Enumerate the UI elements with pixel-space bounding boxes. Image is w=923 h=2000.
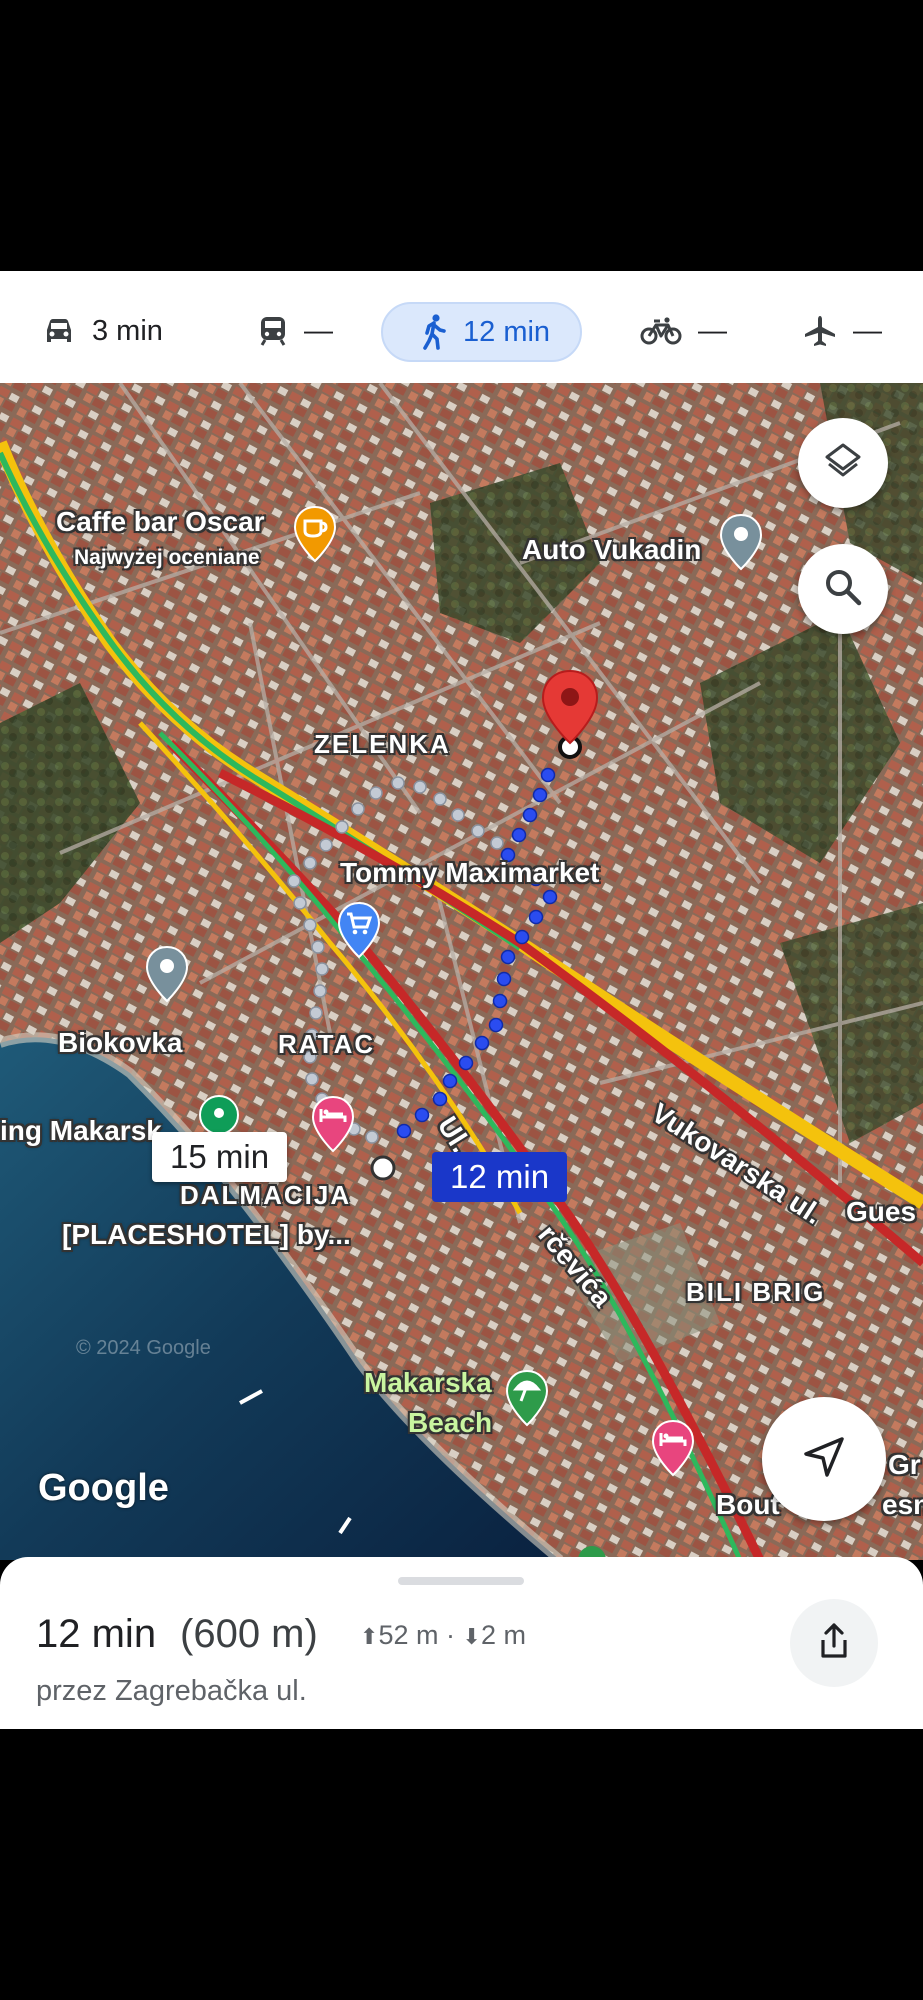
label-placeshotel[interactable]: [PLACESHOTEL] by... (62, 1219, 351, 1251)
map-copyright: © 2024 Google (76, 1337, 211, 1359)
search-icon (823, 567, 863, 612)
car-icon (42, 316, 76, 346)
mode-bike[interactable]: — (640, 301, 727, 361)
cafe-pin-icon[interactable] (292, 505, 338, 568)
arrow-down-icon: ⬇ (462, 1624, 481, 1649)
share-icon (817, 1622, 851, 1665)
elevation-down: 2 m (480, 1620, 526, 1650)
hotel-pin-icon[interactable] (310, 1095, 356, 1158)
label-boutique[interactable]: Bout (716, 1489, 780, 1521)
screen: 3 min — 12 min — — Caffe bar Oscar Najwy… (0, 0, 923, 2000)
label-makarska-beach-line1[interactable]: Makarska (364, 1367, 492, 1399)
my-location-button[interactable] (762, 1397, 886, 1521)
transport-mode-bar: 3 min — 12 min — — (0, 271, 923, 383)
label-caffe-bar-rating: Najwyżej oceniane (74, 546, 260, 569)
route-duration: 12 min (36, 1612, 157, 1656)
mode-flight-label: — (853, 314, 882, 347)
airplane-icon (803, 314, 837, 348)
shopping-cart-pin-icon[interactable] (336, 901, 382, 964)
navigation-arrow-icon (802, 1435, 846, 1484)
layers-icon (823, 441, 863, 486)
train-icon (258, 315, 288, 347)
label-ratac: RATAC (278, 1029, 376, 1059)
mode-flight[interactable]: — (803, 301, 882, 361)
mode-car[interactable]: 3 min (42, 301, 163, 361)
label-biokovka[interactable]: Biokovka (58, 1027, 183, 1059)
walking-icon (421, 314, 447, 350)
route-via: przez Zagrebačka ul. (36, 1675, 307, 1707)
destination-pin-icon[interactable] (540, 669, 600, 752)
label-bili-brig: BILI BRIG (686, 1277, 826, 1307)
main-route-time-chip[interactable]: 12 min (432, 1152, 568, 1202)
share-button[interactable] (790, 1599, 878, 1687)
label-boutique-end: esn (882, 1489, 923, 1520)
label-gr: Gr (888, 1449, 921, 1480)
label-gues: Gues (846, 1196, 917, 1227)
google-logo: Google (38, 1467, 169, 1509)
separator: · (445, 1620, 455, 1650)
beach-pin-icon[interactable] (504, 1369, 550, 1432)
label-auto-vukadin[interactable]: Auto Vukadin (522, 534, 701, 566)
hotel-pin-icon[interactable] (650, 1419, 696, 1482)
elevation-up: 52 m (378, 1620, 439, 1650)
arrow-up-icon: ⬆ (360, 1624, 379, 1649)
place-pin-icon[interactable] (144, 945, 190, 1008)
search-button[interactable] (798, 544, 888, 634)
label-camping[interactable]: ing Makarsk (0, 1115, 162, 1147)
mode-walk[interactable]: 12 min (381, 302, 583, 362)
layers-button[interactable] (798, 418, 888, 508)
label-makarska-beach-line2[interactable]: Beach (408, 1407, 492, 1439)
label-dalmacija[interactable]: DALMACIJA (180, 1180, 351, 1211)
alt-route-time-chip[interactable]: 15 min (152, 1132, 288, 1182)
label-caffe-bar[interactable]: Caffe bar Oscar (56, 506, 265, 538)
route-summary-sheet[interactable]: 12 min (600 m) ⬆52 m · ⬇2 m przez Zagreb… (0, 1557, 923, 1729)
label-tommy-maximarket[interactable]: Tommy Maximarket (340, 857, 599, 889)
label-zelenka: ZELENKA (314, 729, 451, 759)
bicycle-icon (640, 316, 682, 346)
mode-transit-label: — (304, 314, 333, 347)
mode-walk-label: 12 min (463, 315, 551, 348)
map-view[interactable]: Caffe bar Oscar Najwyżej oceniane Auto V… (0, 383, 923, 1560)
elevation-info: ⬆52 m · ⬇2 m (360, 1620, 526, 1651)
mode-car-label: 3 min (92, 314, 163, 347)
place-pin-icon[interactable] (718, 513, 764, 576)
mode-transit[interactable]: — (258, 301, 333, 361)
drag-handle[interactable] (398, 1577, 524, 1585)
mode-bike-label: — (698, 314, 727, 347)
route-distance: (600 m) (180, 1612, 318, 1656)
